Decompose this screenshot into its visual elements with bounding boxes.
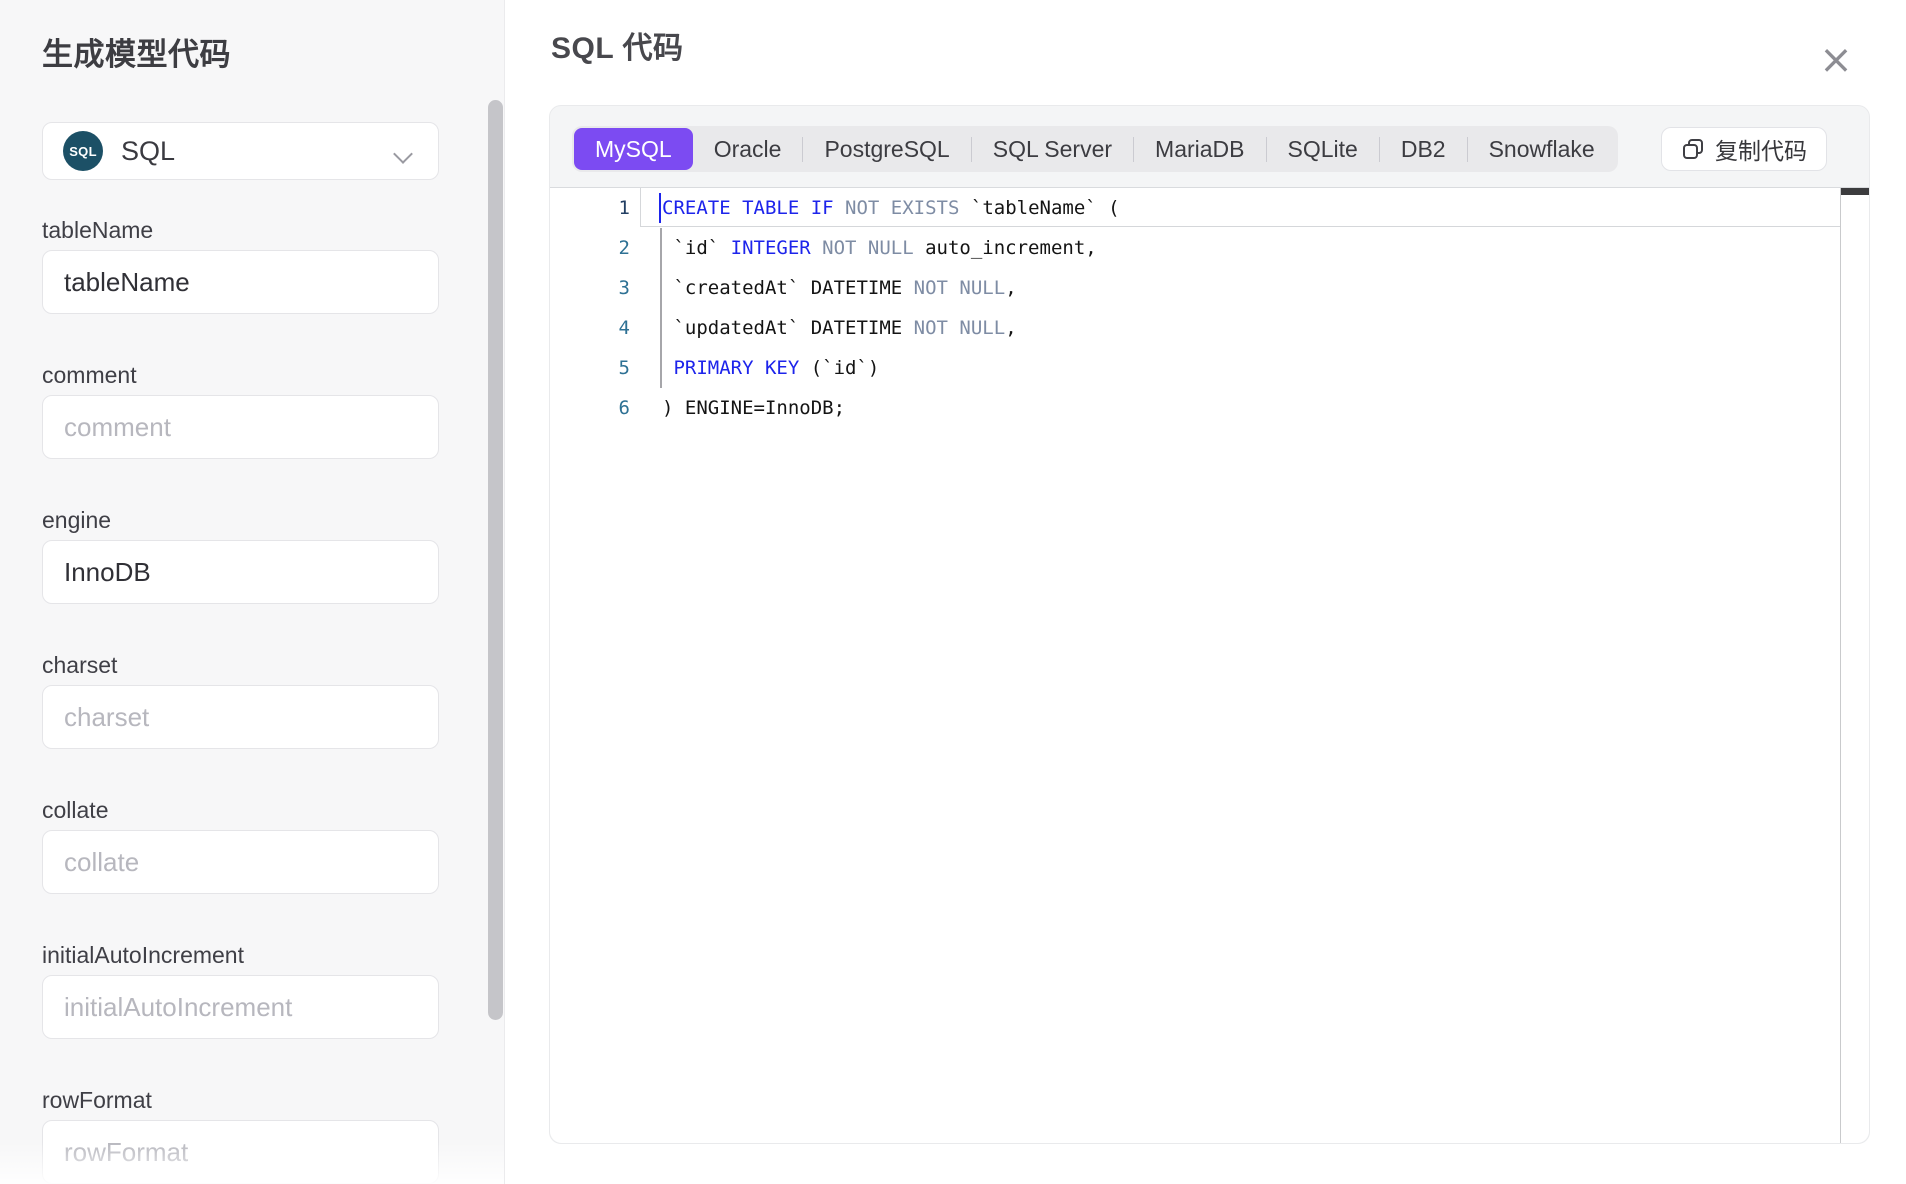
copy-icon <box>1681 137 1705 161</box>
code-line-text: PRIMARY KEY (`id`) <box>662 348 879 388</box>
line-number: 6 <box>550 388 630 428</box>
table-options-form: tableName comment engine charset collate init… <box>42 218 481 1184</box>
copy-code-label: 复制代码 <box>1715 132 1807 166</box>
field-label: charset <box>42 653 481 677</box>
tab-snowflake[interactable]: Snowflake <box>1468 128 1616 170</box>
code-editor[interactable]: 1 CREATE TABLE IF NOT EXISTS `tableName` … <box>550 187 1869 1143</box>
charset-input[interactable] <box>42 685 439 749</box>
form-field-rowFormat: rowFormat <box>42 1088 481 1184</box>
line-number: 1 <box>550 188 630 228</box>
engine-input[interactable] <box>42 540 439 604</box>
tab-sql-server[interactable]: SQL Server <box>972 128 1133 170</box>
code-line-text: `updatedAt` DATETIME NOT NULL, <box>662 308 1017 348</box>
field-label: initialAutoIncrement <box>42 943 481 967</box>
field-label: collate <box>42 798 481 822</box>
code-line-text: ) ENGINE=InnoDB; <box>662 388 845 428</box>
code-line-5: 5 PRIMARY KEY (`id`) <box>550 348 1869 388</box>
rowFormat-input[interactable] <box>42 1120 439 1184</box>
tab-sqlite[interactable]: SQLite <box>1267 128 1379 170</box>
tableName-input[interactable] <box>42 250 439 314</box>
form-field-tableName: tableName <box>42 218 481 314</box>
chevron-down-icon <box>396 145 412 161</box>
language-select[interactable]: SQL SQL <box>42 122 439 180</box>
field-label: rowFormat <box>42 1088 481 1112</box>
tab-oracle[interactable]: Oracle <box>693 128 803 170</box>
dialect-tabs: MySQLOraclePostgreSQLSQL ServerMariaDBSQ… <box>572 126 1618 172</box>
close-icon[interactable]: × <box>1814 38 1858 82</box>
code-line-1: 1 CREATE TABLE IF NOT EXISTS `tableName` … <box>550 188 1869 228</box>
form-field-collate: collate <box>42 798 481 894</box>
line-number: 3 <box>550 268 630 308</box>
initialAutoIncrement-input[interactable] <box>42 975 439 1039</box>
field-label: engine <box>42 508 481 532</box>
tab-mariadb[interactable]: MariaDB <box>1134 128 1265 170</box>
form-field-engine: engine <box>42 508 481 604</box>
line-number: 5 <box>550 348 630 388</box>
code-line-4: 4 `updatedAt` DATETIME NOT NULL, <box>550 308 1869 348</box>
field-label: comment <box>42 363 481 387</box>
tab-postgresql[interactable]: PostgreSQL <box>803 128 970 170</box>
line-number: 2 <box>550 228 630 268</box>
code-line-text: CREATE TABLE IF NOT EXISTS `tableName` ( <box>662 188 1120 228</box>
code-line-6: 6 ) ENGINE=InnoDB; <box>550 388 1869 428</box>
tab-db2[interactable]: DB2 <box>1380 128 1467 170</box>
sql-code-card: MySQLOraclePostgreSQLSQL ServerMariaDBSQ… <box>549 105 1870 1144</box>
sql-badge-icon: SQL <box>63 131 103 171</box>
code-line-text: `id` INTEGER NOT NULL auto_increment, <box>662 228 1097 268</box>
comment-input[interactable] <box>42 395 439 459</box>
form-field-comment: comment <box>42 363 481 459</box>
code-line-2: 2 `id` INTEGER NOT NULL auto_increment, <box>550 228 1869 268</box>
code-line-text: `createdAt` DATETIME NOT NULL, <box>662 268 1017 308</box>
sidebar-scrollbar-thumb[interactable] <box>488 100 503 1020</box>
tab-mysql[interactable]: MySQL <box>574 128 693 170</box>
line-number: 4 <box>550 308 630 348</box>
form-field-initialAutoIncrement: initialAutoIncrement <box>42 943 481 1039</box>
copy-code-button[interactable]: 复制代码 <box>1661 127 1827 171</box>
form-field-charset: charset <box>42 653 481 749</box>
generate-model-code-sidebar: 生成模型代码 SQL SQL tableName comment engine cha… <box>0 0 505 1184</box>
collate-input[interactable] <box>42 830 439 894</box>
language-select-value: SQL <box>121 136 175 167</box>
panel-title: SQL 代码 <box>551 30 683 68</box>
code-line-3: 3 `createdAt` DATETIME NOT NULL, <box>550 268 1869 308</box>
sidebar-title: 生成模型代码 <box>42 36 481 74</box>
field-label: tableName <box>42 218 481 242</box>
